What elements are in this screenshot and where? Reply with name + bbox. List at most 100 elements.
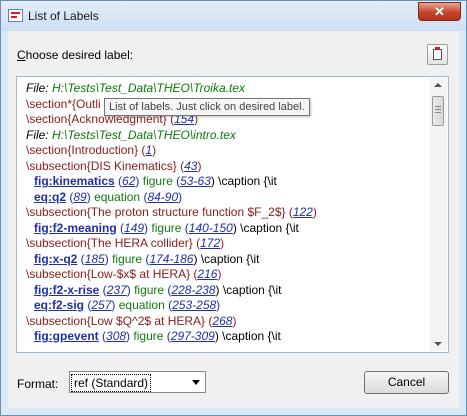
list-item[interactable]: fig:f2-meaning (149) figure (140-150) \c… (26, 221, 428, 237)
list-item[interactable]: File: H:\Tests\Test_Data\THEO\Troika.tex (26, 81, 428, 97)
list-item[interactable]: eq:q2 (89) equation (84-90) (26, 190, 428, 206)
list-item[interactable]: \subsection{DIS Kinematics} (43) (26, 159, 428, 175)
list-item-text: 257 (91, 298, 112, 312)
list-item[interactable]: fig:f2-x-rise (237) figure (228-238) \ca… (26, 283, 428, 299)
list-item-text: \subsection{Low-$x$ at HERA} ( (26, 267, 198, 281)
list-item-text: ) \caption {\it (215, 282, 282, 297)
scroll-up-icon[interactable] (434, 83, 442, 87)
prompt-text: hoose desired label: (25, 48, 134, 62)
window-title: List of Labels (28, 9, 99, 23)
list-item-text: 149 (124, 220, 145, 235)
list-item-text: 172 (200, 236, 221, 250)
list-item-text: 84-90 (147, 189, 179, 204)
list-item-text: ( (98, 329, 107, 343)
format-selected-value: ref (Standard) (71, 374, 152, 392)
copy-to-clipboard-button[interactable] (427, 44, 448, 65)
cancel-button[interactable]: Cancel (364, 371, 449, 394)
list-item-text: ) (86, 189, 95, 204)
list-item-text: figure (151, 220, 182, 235)
list-item-text: ( (163, 329, 171, 343)
list-item-text: \section*{Outli (26, 96, 101, 111)
list-item-text: File: (26, 127, 53, 142)
list-item-text: \subsection{The proton structure functio… (26, 205, 293, 219)
list-item-text: ) \caption {\it (214, 329, 281, 343)
list-item-text: 89 (73, 189, 87, 204)
list-item-text: ) (232, 313, 237, 328)
list-item-text: ) (197, 158, 202, 173)
list-item-text: fig:x-q2 (34, 251, 78, 266)
prompt-access-key: C (17, 48, 26, 62)
list-item-text: 228-238 (171, 282, 216, 297)
list-item-text: 140-150 (188, 220, 233, 235)
list-item-text: \subsection{DIS Kinematics} ( (26, 158, 185, 173)
list-item-text: ) (178, 189, 183, 204)
clipboard-icon (433, 49, 442, 60)
list-item-text: ( (114, 174, 123, 188)
scrollbar-thumb[interactable] (432, 96, 444, 126)
list-item-text: eq:q2 (34, 189, 67, 204)
list-of-labels-icon (8, 9, 23, 22)
list-item-text: fig:kinematics (34, 174, 115, 188)
tooltip: List of labels. Just click on desired la… (104, 98, 310, 116)
list-item[interactable]: \subsection{The HERA collider} (172) (26, 236, 428, 252)
list-item-text: 122 (292, 205, 313, 219)
dialog-body: Choose desired label: File: H:\Tests\Tes… (8, 31, 459, 408)
list-item[interactable]: fig:gpevent (308) figure (297-309) \capt… (26, 329, 428, 345)
list-item-text: 53-63 (180, 174, 211, 188)
list-item-text: ) (126, 282, 135, 297)
list-item[interactable]: fig:x-q2 (185) figure (174-186) \caption… (26, 252, 428, 268)
vertical-scrollbar[interactable] (430, 78, 447, 351)
list-item-text: File: (26, 81, 53, 95)
list-item-text: ) (312, 205, 317, 219)
clipboard-clip (435, 47, 440, 50)
list-item[interactable]: \subsection{Low $Q^2$ at HERA} (268) (26, 314, 428, 330)
chevron-down-icon[interactable] (187, 372, 205, 392)
list-item[interactable]: \subsection{Low-$x$ at HERA} (216) (26, 267, 428, 283)
list-item-text: figure (112, 251, 143, 266)
list-item-text: ( (116, 220, 125, 235)
list-item[interactable]: File: H:\Tests\Test_Data\THEO\intro.tex (26, 128, 428, 144)
list-item-text: figure (134, 282, 165, 297)
labels-list[interactable]: File: H:\Tests\Test_Data\THEO\Troika.tex… (16, 76, 449, 353)
list-item-text: ) (152, 143, 157, 157)
list-item-text: ) (104, 251, 113, 266)
list-item-text: H:\Tests\Test_Data\THEO\Troika.tex (52, 81, 245, 95)
list-item-text: ( (99, 282, 107, 297)
list-item-text: 185 (84, 251, 105, 266)
list-item-text: ) \caption {\it (232, 220, 299, 235)
list-item-text: ) \caption {\it (193, 251, 260, 266)
list-item-text: equation (94, 189, 141, 204)
dialog-window: List of Labels ✕ Choose desired label: F… (0, 0, 467, 416)
list-item-text: ( (181, 220, 189, 235)
scroll-down-icon[interactable] (434, 342, 442, 346)
list-item[interactable]: \section{Introduction} (1) (26, 143, 428, 159)
list-item-text: ) (216, 298, 221, 312)
list-item-text: 297-309 (170, 329, 215, 343)
close-button[interactable]: ✕ (418, 2, 461, 21)
list-item[interactable]: fig:kinematics (62) figure (53-63) \capt… (26, 174, 428, 190)
list-item-text: eq:f2-sig (34, 298, 85, 312)
list-item-text: ) (217, 267, 222, 281)
list-item-text: ) (220, 236, 225, 250)
list-item-text: 216 (197, 267, 218, 281)
list-item-text: \subsection{The HERA collider} ( (26, 236, 201, 250)
list-item-text: 237 (106, 282, 127, 297)
list-item-text: ) \caption {\it (210, 174, 277, 188)
list-item-text: H:\Tests\Test_Data\THEO\intro.tex (52, 127, 236, 142)
format-label: Format: (17, 377, 59, 391)
list-item-text: 268 (212, 313, 233, 328)
list-item-text: ( (77, 251, 85, 266)
list-item-text: figure (142, 174, 173, 188)
list-item-text: fig:f2-x-rise (34, 282, 100, 297)
list-item-text: equation (118, 298, 165, 312)
list-item-text: 43 (184, 158, 198, 173)
labels-list-content: File: H:\Tests\Test_Data\THEO\Troika.tex… (26, 81, 428, 345)
list-item-text: 174-186 (149, 251, 194, 266)
list-item-text: \section{Introduction} ( (26, 143, 146, 157)
list-item[interactable]: \subsection{The proton structure functio… (26, 205, 428, 221)
format-select[interactable]: ref (Standard) (69, 371, 206, 393)
list-item[interactable]: eq:f2-sig (257) equation (253-258) (26, 298, 428, 314)
list-item-text: ) (111, 298, 119, 312)
list-item-text: 62 (122, 174, 136, 188)
title-bar[interactable]: List of Labels ✕ (1, 1, 466, 31)
